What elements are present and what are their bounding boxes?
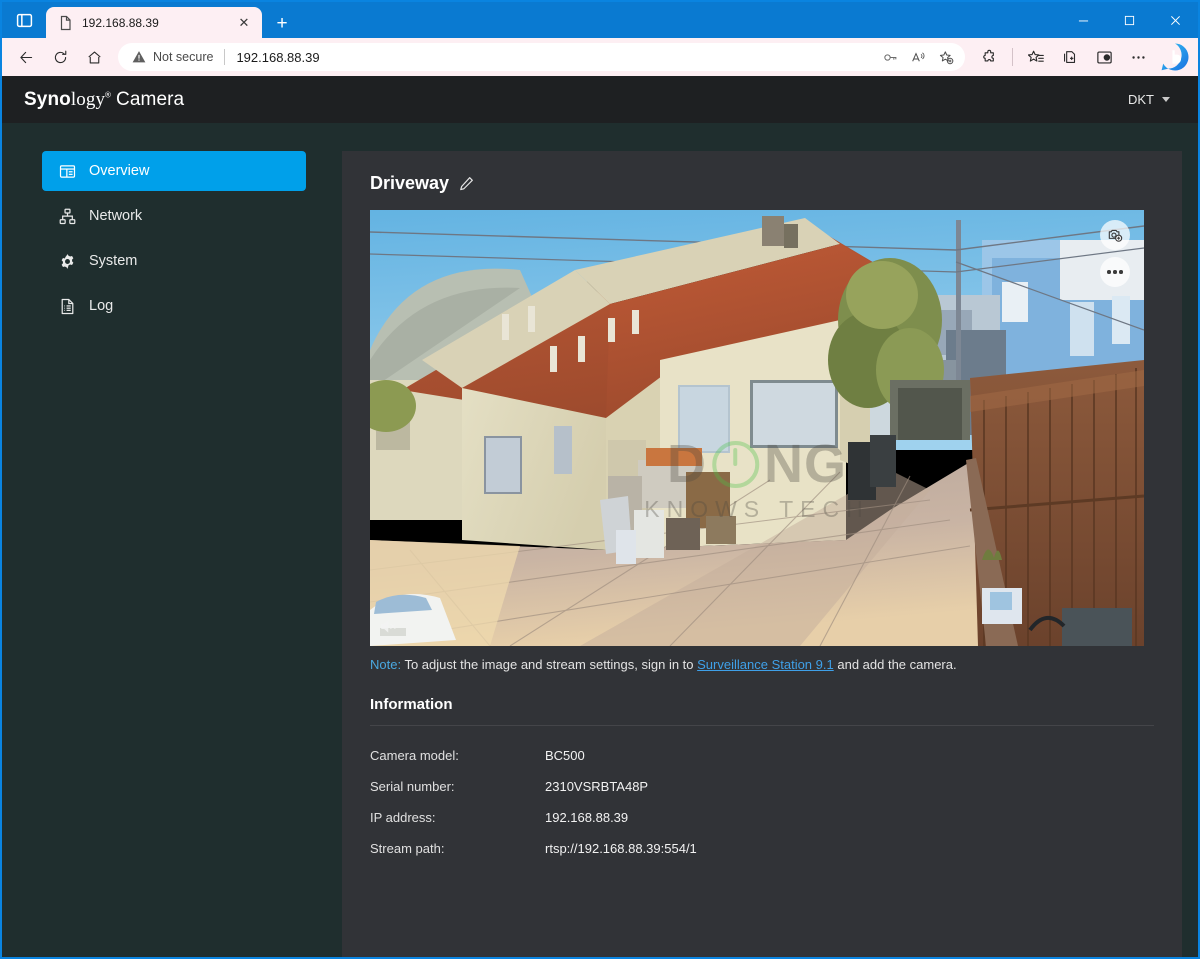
add-favorite-icon[interactable]: [933, 44, 959, 70]
tab-close-icon[interactable]: ✕: [234, 13, 254, 33]
browser-window: 192.168.88.39 ✕ + Not secure 192.168.88.…: [0, 0, 1200, 959]
maximize-button[interactable]: [1106, 2, 1152, 38]
chevron-down-icon: [1162, 97, 1170, 102]
speaker-muted-icon[interactable]: [380, 617, 399, 636]
network-icon: [58, 207, 76, 225]
address-bar-divider: [224, 49, 226, 65]
key-icon[interactable]: [877, 44, 903, 70]
info-value: BC500: [545, 748, 585, 763]
sidebar-item-system[interactable]: System: [42, 241, 306, 281]
info-value: 192.168.88.39: [545, 810, 629, 825]
info-key: IP address:: [370, 810, 436, 825]
surveillance-station-link[interactable]: Surveillance Station 9.1: [697, 657, 834, 672]
user-name: DKT: [1128, 92, 1154, 107]
url-text: 192.168.88.39: [236, 49, 320, 65]
page-title: Driveway: [370, 173, 450, 193]
refresh-icon[interactable]: [44, 42, 76, 72]
note-label: Note:: [370, 657, 402, 672]
copilot-icon[interactable]: [1160, 42, 1190, 72]
sidebar-item-label: Overview: [89, 163, 150, 179]
sidebar-item-overview[interactable]: Overview: [42, 151, 306, 191]
warning-icon: [132, 51, 146, 63]
overview-icon: [58, 162, 76, 180]
note-text-before: To adjust the image and stream settings,…: [404, 657, 694, 672]
collections-icon[interactable]: [1054, 42, 1086, 72]
note-text: Note: To adjust the image and stream set…: [370, 657, 1154, 672]
brand-registered-mark: ®: [105, 90, 112, 100]
minimize-button[interactable]: [1060, 2, 1106, 38]
security-status[interactable]: Not secure: [132, 50, 213, 64]
close-button[interactable]: [1152, 2, 1198, 38]
camera-live-view[interactable]: D NG KNOWS TECH: [370, 210, 1144, 646]
info-key: Camera model:: [370, 748, 459, 763]
address-bar[interactable]: Not secure 192.168.88.39: [118, 43, 965, 71]
address-bar-actions: [877, 44, 959, 70]
table-row: Serial number: 2310VSRBTA48P: [370, 771, 1154, 802]
brand-product: Camera: [116, 88, 185, 110]
browser-toolbar: Not secure 192.168.88.39: [2, 38, 1198, 76]
new-tab-button[interactable]: +: [266, 8, 298, 38]
synology-logo: Synology® Camera: [24, 89, 184, 111]
info-value: 2310VSRBTA48P: [545, 779, 649, 794]
pencil-icon[interactable]: [459, 176, 474, 191]
more-dots: [1107, 270, 1123, 274]
extensions-icon[interactable]: [973, 42, 1005, 72]
table-row: Stream path: rtsp://192.168.88.39:554/1: [370, 833, 1154, 864]
back-icon[interactable]: [10, 42, 42, 72]
sidebar-item-label: Network: [89, 208, 143, 224]
web-page: Synology® Camera DKT Overview Network Sy…: [2, 76, 1198, 957]
window-controls: [1060, 2, 1198, 38]
note-text-after: and add the camera.: [837, 657, 957, 672]
app-header: Synology® Camera DKT: [2, 76, 1198, 123]
user-menu[interactable]: DKT: [1122, 88, 1176, 111]
table-row: IP address: 192.168.88.39: [370, 802, 1154, 833]
snapshot-add-icon[interactable]: [1100, 220, 1130, 250]
page-favicon-icon: [58, 15, 74, 31]
browser-essentials-icon[interactable]: [2, 2, 46, 38]
log-icon: [58, 297, 76, 315]
information-section-title: Information: [370, 696, 1154, 726]
sidebar-item-label: System: [89, 253, 138, 269]
split-screen-icon[interactable]: [1088, 42, 1120, 72]
content-panel: Driveway D NG KNOWS TECH Note: To adjust…: [342, 151, 1182, 957]
more-options-icon[interactable]: [1100, 257, 1130, 287]
camera-title-row: Driveway: [370, 173, 1154, 194]
favorites-icon[interactable]: [1020, 42, 1052, 72]
sidebar-item-network[interactable]: Network: [42, 196, 306, 236]
brand-light: logy: [70, 88, 106, 110]
page-body: Overview Network System Log Driveway D N…: [2, 123, 1198, 957]
toolbar-divider: [1012, 48, 1013, 66]
browser-tab[interactable]: 192.168.88.39 ✕: [46, 7, 262, 38]
tab-title: 192.168.88.39: [82, 15, 159, 30]
info-value: rtsp://192.168.88.39:554/1: [545, 841, 697, 856]
info-key: Stream path:: [370, 841, 445, 856]
brand-bold: Syno: [24, 88, 71, 110]
sidebar-item-log[interactable]: Log: [42, 286, 306, 326]
gear-icon: [58, 252, 76, 270]
sidebar-item-label: Log: [89, 298, 114, 314]
sidebar: Overview Network System Log: [2, 151, 342, 957]
browser-title-bar: 192.168.88.39 ✕ +: [2, 2, 1198, 38]
security-label: Not secure: [153, 50, 214, 64]
table-row: Camera model: BC500: [370, 740, 1154, 771]
info-key: Serial number:: [370, 779, 455, 794]
read-aloud-icon[interactable]: [905, 44, 931, 70]
camera-video-frame: [370, 210, 1144, 646]
settings-more-icon[interactable]: [1122, 42, 1154, 72]
information-table: Camera model: BC500 Serial number: 2310V…: [370, 740, 1154, 864]
home-icon[interactable]: [78, 42, 110, 72]
